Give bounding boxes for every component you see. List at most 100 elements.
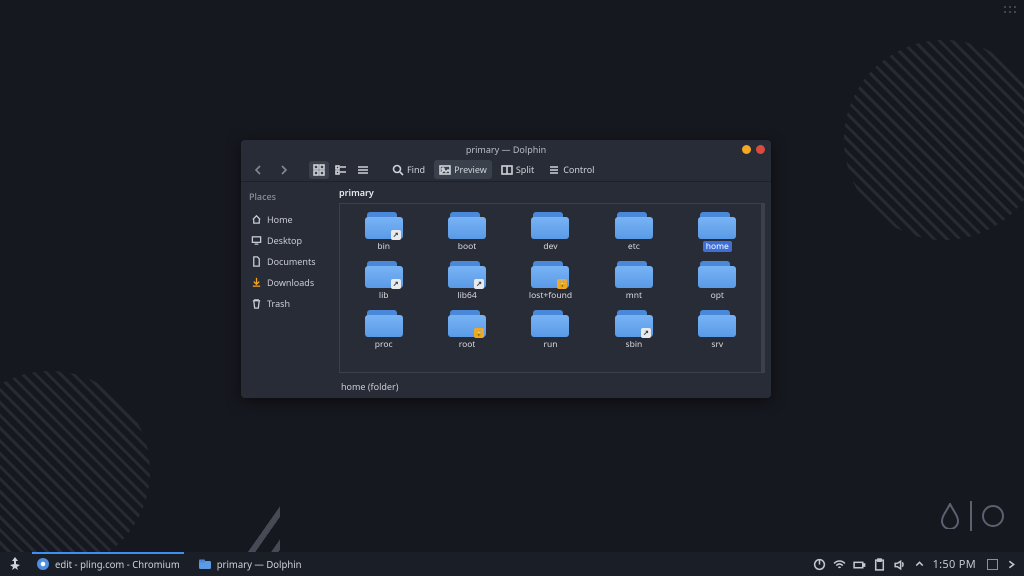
folder-item-opt[interactable]: opt (676, 257, 759, 304)
preview-button[interactable]: Preview (434, 160, 492, 179)
folder-item-proc[interactable]: proc (342, 306, 425, 353)
folder-icon (531, 211, 569, 239)
dolphin-window: primary — Dolphin (241, 140, 771, 398)
folder-item-bin[interactable]: bin (342, 208, 425, 255)
power-icon[interactable] (813, 558, 826, 571)
sidebar-item-desktop[interactable]: Desktop (249, 232, 325, 249)
folder-item-root[interactable]: root (425, 306, 508, 353)
folder-item-home[interactable]: home (676, 208, 759, 255)
window-titlebar[interactable]: primary — Dolphin (241, 140, 771, 158)
link-emblem-icon (474, 279, 484, 289)
folder-item-sbin[interactable]: sbin (592, 306, 675, 353)
folder-label: sbin (626, 339, 643, 350)
file-view[interactable]: bin boot devetc home lib lib64 lost+found mnt op… (339, 203, 765, 373)
path-breadcrumb[interactable]: primary (333, 182, 771, 203)
hamburger-icon (548, 164, 560, 176)
folder-icon (531, 309, 569, 337)
folder-icon (365, 211, 403, 239)
download-icon (251, 277, 262, 288)
folder-item-lib[interactable]: lib (342, 257, 425, 304)
folder-item-dev[interactable]: dev (509, 208, 592, 255)
taskbar-task-dolphin[interactable]: primary — Dolphin (190, 552, 310, 576)
window-close-button[interactable] (756, 145, 765, 154)
link-emblem-icon (391, 279, 401, 289)
volume-icon[interactable] (893, 558, 906, 571)
folder-icon (698, 260, 736, 288)
logo-separator (970, 501, 972, 531)
task-label: primary — Dolphin (217, 558, 302, 571)
folder-label: root (459, 339, 476, 350)
taskbar: edit - pling.com - Chromium primary — Dol… (0, 552, 1024, 576)
sidebar-item-trash[interactable]: Trash (249, 295, 325, 312)
dolphin-toolbar: Find Preview Split Control (241, 158, 771, 182)
chromium-app-icon (36, 557, 50, 571)
folder-label: boot (458, 241, 477, 252)
chevron-left-icon (252, 164, 264, 176)
find-button[interactable]: Find (387, 160, 430, 179)
status-bar: home (folder) (333, 377, 771, 398)
grid-icon (313, 164, 325, 176)
sidebar-item-label: Documents (267, 255, 316, 268)
wallpaper-circle-top-right (844, 40, 1024, 240)
trash-icon (251, 298, 262, 309)
folder-label: lib64 (457, 290, 476, 301)
nav-back-button[interactable] (247, 161, 269, 179)
preview-label: Preview (454, 163, 487, 176)
split-icon (501, 164, 513, 176)
folder-item-lib64[interactable]: lib64 (425, 257, 508, 304)
folder-icon (531, 260, 569, 288)
sidebar-item-label: Downloads (267, 276, 314, 289)
tray-expand-icon[interactable] (913, 558, 926, 571)
list-icon (357, 164, 369, 176)
places-sidebar: Places Home Desktop Documents (241, 182, 333, 398)
start-menu-button[interactable] (6, 555, 24, 573)
control-label: Control (563, 163, 594, 176)
folder-label: srv (711, 339, 723, 350)
lock-emblem-icon (557, 279, 567, 289)
folder-label: bin (377, 241, 390, 252)
find-label: Find (407, 163, 425, 176)
show-desktop-button[interactable] (987, 559, 998, 570)
view-details-button[interactable] (353, 161, 373, 179)
sidebar-item-label: Desktop (267, 234, 302, 247)
folder-icon (615, 309, 653, 337)
wifi-icon[interactable] (833, 558, 846, 571)
wallpaper-logo (940, 501, 1004, 531)
taskbar-task-chromium[interactable]: edit - pling.com - Chromium (28, 552, 188, 576)
sidebar-item-documents[interactable]: Documents (249, 253, 325, 270)
compact-icon (335, 164, 347, 176)
system-tray: 1:50 PM (813, 557, 1018, 572)
sidebar-item-home[interactable]: Home (249, 211, 325, 228)
sidebar-item-downloads[interactable]: Downloads (249, 274, 325, 291)
window-minimize-button[interactable] (742, 145, 751, 154)
panel-hide-button[interactable] (1005, 558, 1018, 571)
clipboard-icon[interactable] (873, 558, 886, 571)
chevron-right-icon (278, 164, 290, 176)
taskbar-clock[interactable]: 1:50 PM (933, 557, 976, 572)
view-compact-button[interactable] (331, 161, 351, 179)
folder-item-lost-found[interactable]: lost+found (509, 257, 592, 304)
control-button[interactable]: Control (543, 160, 599, 179)
preview-icon (439, 164, 451, 176)
folder-label: mnt (626, 290, 642, 301)
dolphin-app-icon (198, 557, 212, 571)
folder-icon (698, 309, 736, 337)
battery-icon[interactable] (853, 558, 866, 571)
folder-item-etc[interactable]: etc (592, 208, 675, 255)
folder-item-boot[interactable]: boot (425, 208, 508, 255)
split-button[interactable]: Split (496, 160, 539, 179)
folder-label: proc (375, 339, 393, 350)
nav-forward-button[interactable] (273, 161, 295, 179)
folder-label: home (703, 241, 732, 252)
lock-emblem-icon (474, 328, 484, 338)
folder-item-run[interactable]: run (509, 306, 592, 353)
view-icons-button[interactable] (309, 161, 329, 179)
split-label: Split (516, 163, 534, 176)
folder-label: lib (379, 290, 389, 301)
folder-item-mnt[interactable]: mnt (592, 257, 675, 304)
folder-icon (615, 211, 653, 239)
folder-icon (615, 260, 653, 288)
folder-item-srv[interactable]: srv (676, 306, 759, 353)
folder-icon (365, 260, 403, 288)
folder-icon (698, 211, 736, 239)
